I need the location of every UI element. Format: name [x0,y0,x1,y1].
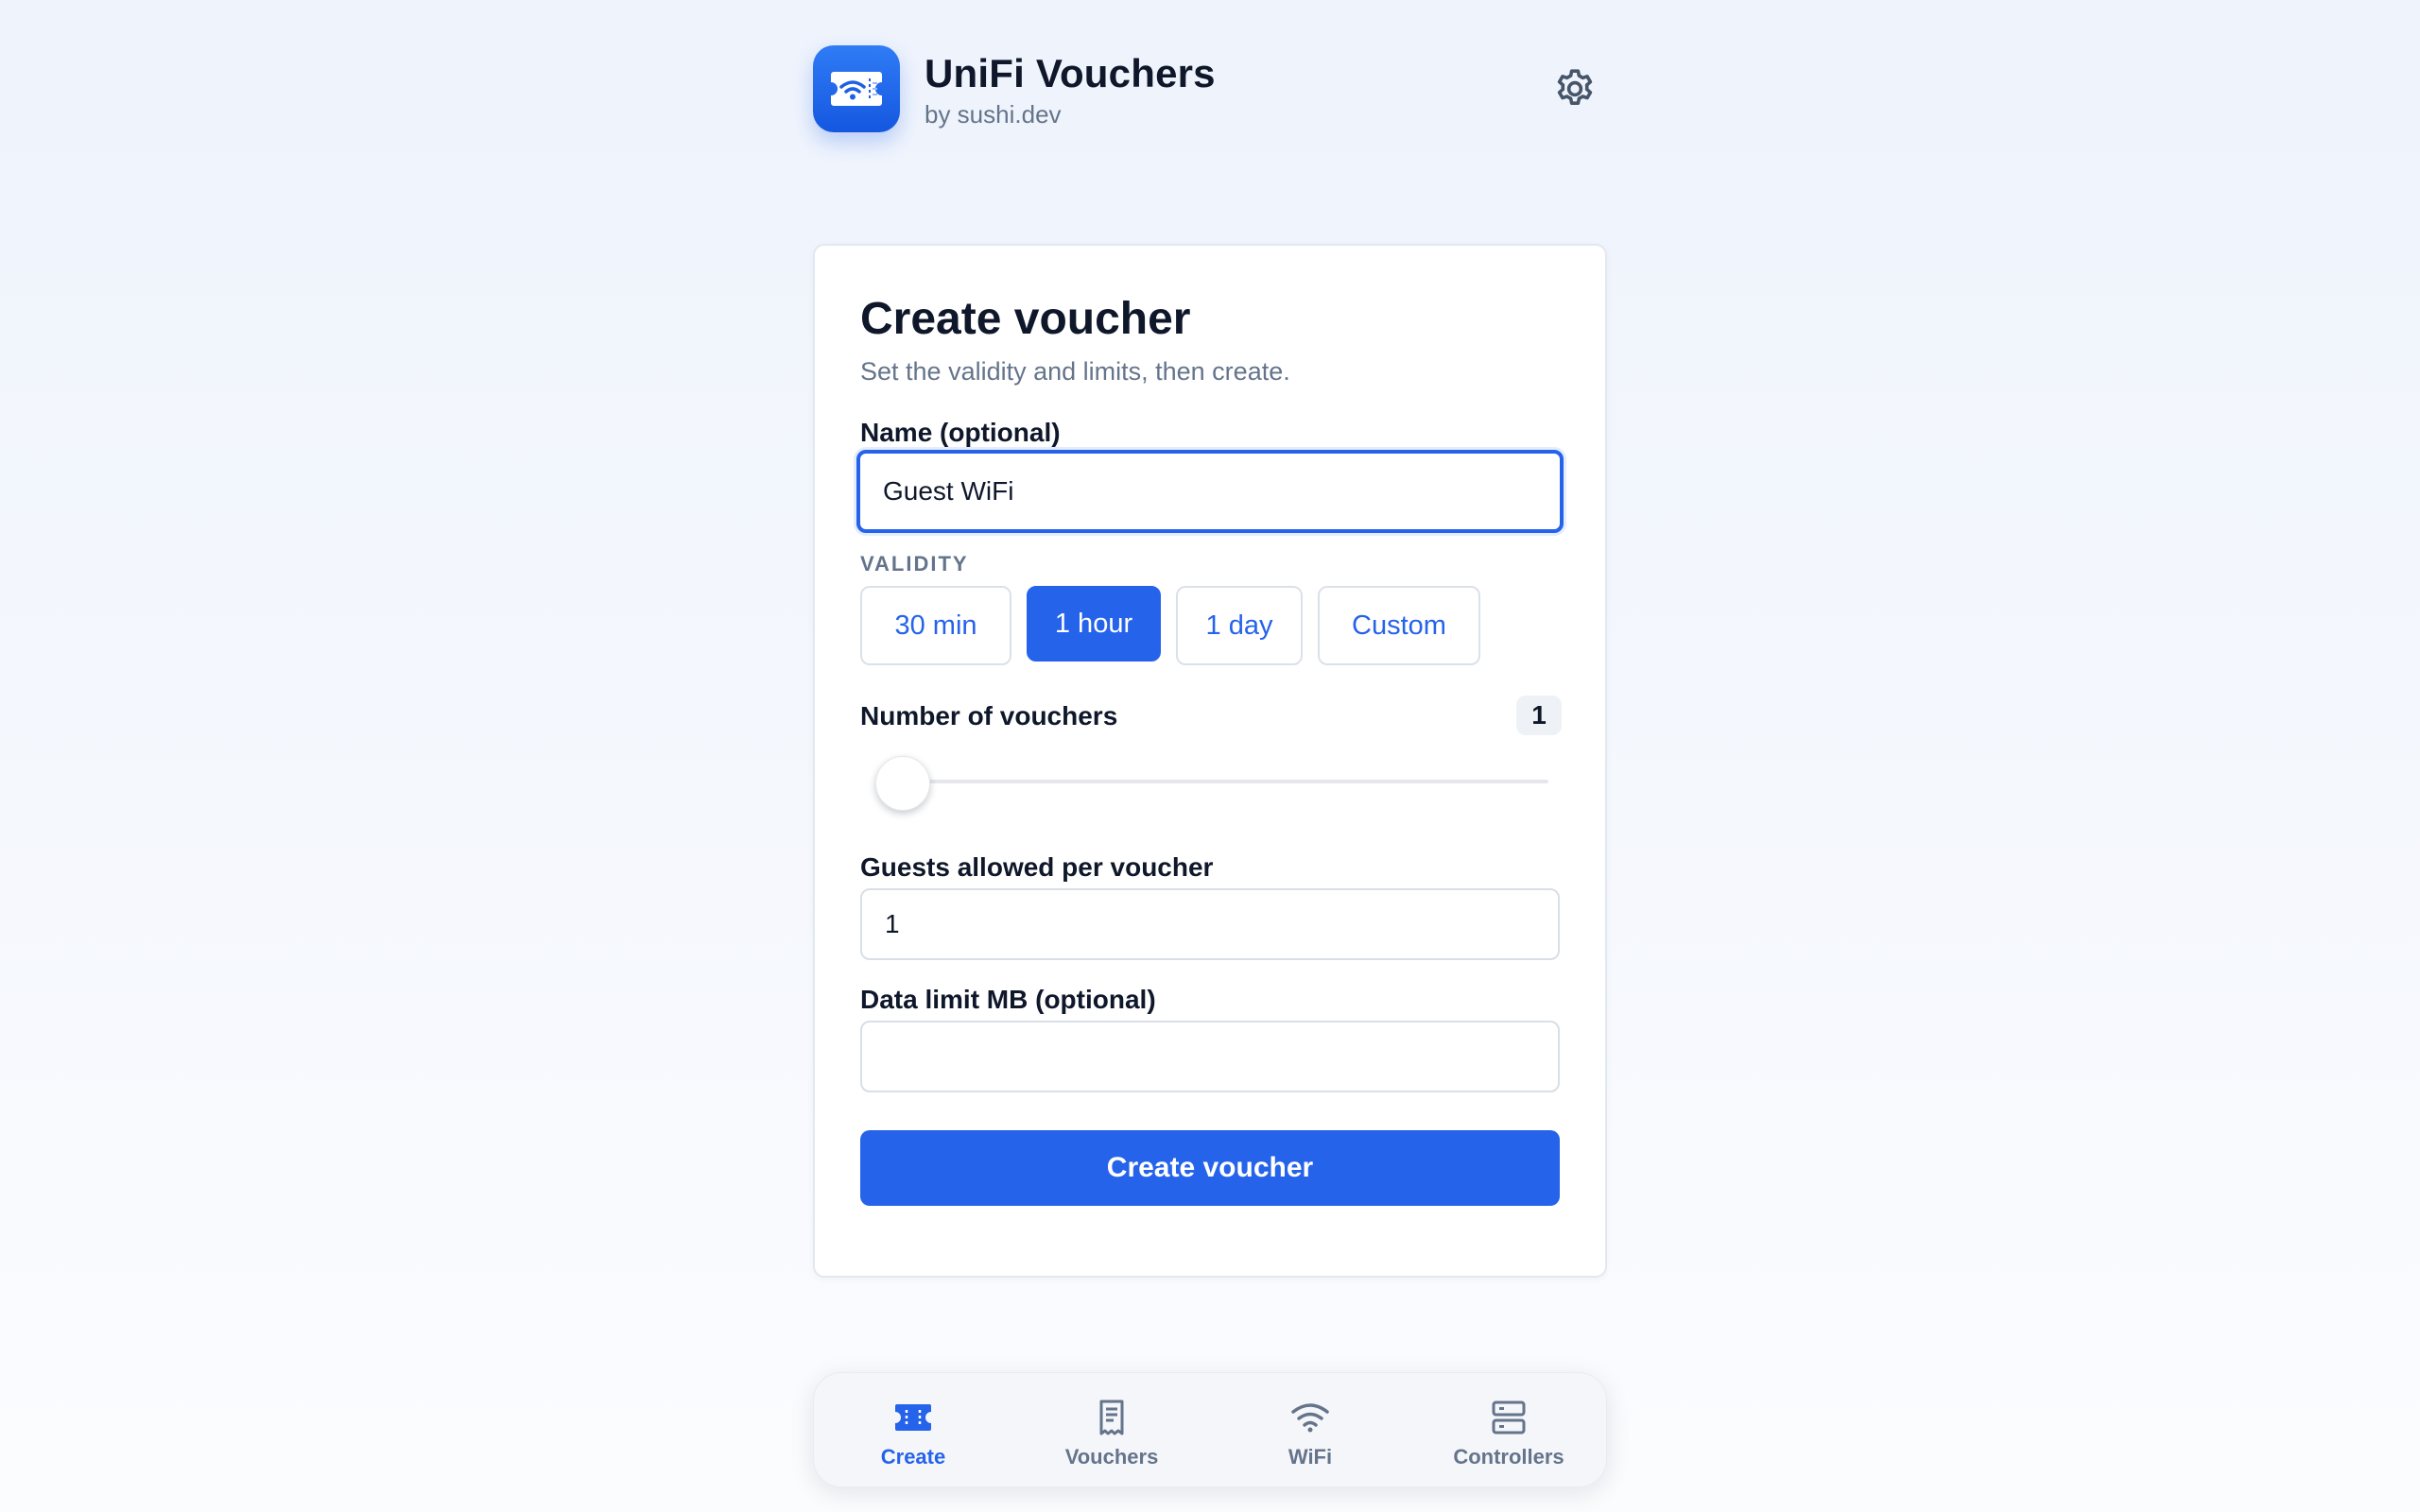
gear-icon[interactable] [1552,66,1598,112]
vouchers-count-value: 1 [1516,696,1562,735]
data-limit-field-label: Data limit MB (optional) [860,985,1156,1014]
validity-label: VALIDITY [860,552,969,576]
wifi-ticket-icon [813,45,900,132]
validity-option-1day[interactable]: 1 day [1176,586,1303,665]
ticket-icon [893,1398,933,1437]
app-container: UniFi Vouchers by sushi.dev Create vouch… [813,0,1607,1512]
data-limit-input[interactable] [860,1021,1560,1092]
nav-label-controllers: Controllers [1453,1445,1564,1469]
nav-label-create: Create [880,1445,946,1469]
nav-item-wifi[interactable]: WiFi [1211,1373,1409,1488]
card-title: Create voucher [860,294,1191,344]
guests-per-voucher-input[interactable] [860,888,1560,960]
receipt-icon [1092,1398,1132,1437]
name-field-label: Name (optional) [860,418,1061,447]
app-subtitle: by sushi.dev [925,100,1062,129]
vouchers-count-slider-track[interactable] [890,780,1548,783]
app-title: UniFi Vouchers [925,51,1216,95]
nav-item-create[interactable]: Create [814,1373,1012,1488]
nav-item-controllers[interactable]: Controllers [1409,1373,1608,1488]
server-icon [1489,1398,1529,1437]
guests-field-label: Guests allowed per voucher [860,852,1214,882]
validity-option-30min[interactable]: 30 min [860,586,1011,665]
app-header: UniFi Vouchers by sushi.dev [813,45,1607,132]
nav-label-wifi: WiFi [1288,1445,1333,1469]
bottom-nav: Create Vouchers WiFi Controllers [813,1372,1607,1487]
nav-item-vouchers[interactable]: Vouchers [1012,1373,1211,1488]
vouchers-count-label: Number of vouchers [860,701,1118,730]
wifi-icon [1290,1398,1330,1437]
vouchers-count-slider-thumb[interactable] [875,756,930,811]
validity-option-custom[interactable]: Custom [1318,586,1480,665]
nav-label-vouchers: Vouchers [1064,1445,1159,1469]
create-voucher-button[interactable]: Create voucher [860,1130,1560,1206]
name-input[interactable] [856,450,1564,533]
create-voucher-card: Create voucher Set the validity and limi… [813,244,1607,1278]
card-subtitle: Set the validity and limits, then create… [860,357,1290,386]
validity-option-1hour[interactable]: 1 hour [1027,586,1161,662]
